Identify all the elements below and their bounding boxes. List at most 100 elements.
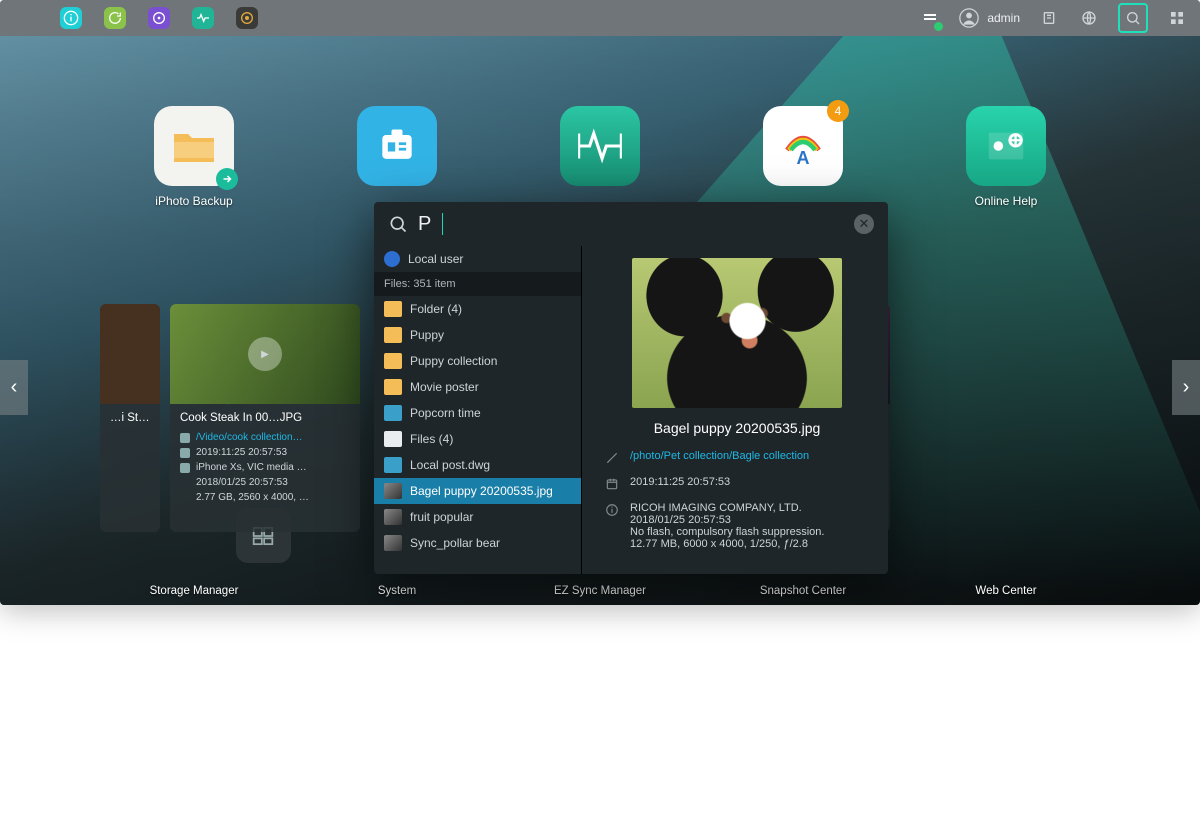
result-folder[interactable]: Puppy bbox=[374, 322, 581, 348]
preview-date-row: 2019:11:25 20:57:53 bbox=[604, 476, 870, 492]
play-icon: ▶ bbox=[248, 337, 282, 371]
app-label: Online Help bbox=[975, 194, 1038, 208]
dock-item[interactable]: System bbox=[350, 585, 445, 597]
taskbar: admin bbox=[0, 0, 1200, 36]
taskbar-username: admin bbox=[987, 11, 1020, 25]
card-path: /Video/cook collection… bbox=[196, 432, 303, 443]
app-label: iPhoto Backup bbox=[155, 194, 232, 208]
heartbeat-icon bbox=[575, 121, 625, 171]
preview-info-row: RICOH IMAGING COMPANY, LTD. 2018/01/25 2… bbox=[604, 502, 870, 550]
card-title: …i Steak. EASY.MPG bbox=[110, 412, 150, 424]
result-file-active[interactable]: Bagel puppy 20200535.jpg bbox=[374, 478, 581, 504]
taskbar-user[interactable]: admin bbox=[959, 8, 1020, 28]
preview-info: RICOH IMAGING COMPANY, LTD. bbox=[630, 502, 824, 514]
search-results-list[interactable]: Local user Files: 351 item Folder (4) Pu… bbox=[374, 246, 582, 574]
taskbar-app-sync-icon[interactable] bbox=[104, 7, 126, 29]
file-card[interactable]: …i Steak. EASY.MPG bbox=[100, 304, 160, 532]
result-label: Sync_pollar bear bbox=[410, 536, 500, 550]
taskbar-globe-icon[interactable] bbox=[1078, 7, 1100, 29]
app-online-help[interactable]: Online Help bbox=[959, 106, 1054, 208]
link-icon bbox=[604, 450, 620, 466]
app-iphoto-backup[interactable]: iPhoto Backup bbox=[147, 106, 242, 208]
rainbow-a-icon: A bbox=[779, 122, 827, 170]
search-popup: P ✕ Local user Files: 351 item Folder (4… bbox=[374, 202, 888, 574]
result-label: Folder (4) bbox=[410, 302, 462, 316]
preview-title: Bagel puppy 20200535.jpg bbox=[604, 420, 870, 436]
card-meta: 2.77 GB, 2560 x 4000, … bbox=[196, 492, 309, 503]
card-title: Cook Steak In 00…JPG bbox=[180, 412, 350, 424]
dock-item[interactable]: Web Center bbox=[959, 585, 1054, 597]
taskbar-search-highlight bbox=[1118, 3, 1148, 33]
result-label: Local user bbox=[408, 252, 463, 266]
card-date: 2019:11:25 20:57:53 bbox=[196, 447, 287, 458]
result-label: Puppy bbox=[410, 328, 444, 342]
svg-text:A: A bbox=[797, 148, 810, 168]
result-label: Local post.dwg bbox=[410, 458, 490, 472]
app-center[interactable]: A 4 bbox=[756, 106, 851, 208]
section-files: Files: 351 item bbox=[374, 272, 581, 296]
dock-item[interactable]: Storage Manager bbox=[147, 585, 242, 597]
preview-info: No flash, compulsory flash suppression. bbox=[630, 526, 824, 538]
taskbar-status-icon[interactable] bbox=[919, 7, 941, 29]
thumb-icon bbox=[384, 483, 402, 499]
id-card-icon bbox=[375, 124, 419, 168]
preview-path: /photo/Pet collection/Bagle collection bbox=[630, 450, 809, 466]
taskbar-app-settings-icon[interactable] bbox=[236, 7, 258, 29]
taskbar-app-monitor-icon[interactable] bbox=[192, 7, 214, 29]
taskbar-notes-icon[interactable] bbox=[1038, 7, 1060, 29]
result-label: Files (4) bbox=[410, 432, 453, 446]
app-access-control[interactable] bbox=[350, 106, 445, 208]
folder-icon bbox=[384, 353, 402, 369]
result-file[interactable]: fruit popular bbox=[374, 504, 581, 530]
search-header: P ✕ bbox=[374, 202, 888, 246]
search-query[interactable]: P bbox=[418, 213, 432, 236]
preview-image bbox=[632, 258, 842, 408]
result-label: Bagel puppy 20200535.jpg bbox=[410, 484, 553, 498]
result-file[interactable]: Sync_pollar bear bbox=[374, 530, 581, 556]
user-icon bbox=[384, 251, 400, 267]
close-button[interactable]: ✕ bbox=[854, 214, 874, 234]
app-activity-monitor[interactable] bbox=[553, 106, 648, 208]
result-file[interactable]: Local post.dwg bbox=[374, 452, 581, 478]
badge-count: 4 bbox=[827, 100, 849, 122]
info-icon bbox=[604, 502, 620, 518]
help-book-icon bbox=[983, 123, 1029, 169]
result-folder-header[interactable]: Folder (4) bbox=[374, 296, 581, 322]
result-label: fruit popular bbox=[410, 510, 473, 524]
preview-path-row[interactable]: /photo/Pet collection/Bagle collection bbox=[604, 450, 870, 466]
folder-icon bbox=[384, 327, 402, 343]
taskbar-app-info-icon[interactable] bbox=[60, 7, 82, 29]
taskbar-right: admin bbox=[919, 3, 1188, 33]
search-preview-pane: Bagel puppy 20200535.jpg /photo/Pet coll… bbox=[582, 246, 888, 574]
taskbar-app-purple-icon[interactable] bbox=[148, 7, 170, 29]
folder-icon bbox=[170, 126, 218, 166]
folder-icon bbox=[384, 301, 402, 317]
result-label: Puppy collection bbox=[410, 354, 497, 368]
taskbar-left bbox=[12, 7, 258, 29]
taskbar-search-icon[interactable] bbox=[1122, 7, 1144, 29]
desktop-apps-row: iPhoto Backup A 4 bbox=[0, 106, 1200, 208]
thumb-icon bbox=[384, 509, 402, 525]
result-files-header[interactable]: Files (4) bbox=[374, 426, 581, 452]
preview-info: 12.77 MB, 6000 x 4000, 1/250, ƒ/2.8 bbox=[630, 538, 824, 550]
dock-item[interactable]: EZ Sync Manager bbox=[553, 585, 648, 597]
result-folder[interactable]: Movie poster bbox=[374, 374, 581, 400]
dock-item[interactable]: Snapshot Center bbox=[756, 585, 851, 597]
result-label: Popcorn time bbox=[410, 406, 481, 420]
folder-icon bbox=[384, 405, 402, 421]
thumb-icon bbox=[384, 535, 402, 551]
preview-info: 2018/01/25 20:57:53 bbox=[630, 514, 824, 526]
image-icon bbox=[384, 457, 402, 473]
desktop-window: admin bbox=[0, 0, 1200, 605]
file-card[interactable]: ▶ Cook Steak In 00…JPG /Video/cook colle… bbox=[170, 304, 360, 532]
taskbar-widgets-icon[interactable] bbox=[1166, 7, 1188, 29]
user-icon bbox=[959, 8, 979, 28]
dock: Storage Manager System EZ Sync Manager S… bbox=[0, 585, 1200, 597]
result-local-user[interactable]: Local user bbox=[374, 246, 581, 272]
search-icon bbox=[388, 214, 408, 234]
result-folder[interactable]: Puppy collection bbox=[374, 348, 581, 374]
result-folder[interactable]: Popcorn time bbox=[374, 400, 581, 426]
card-meta: iPhone Xs, VIC media … bbox=[196, 462, 307, 473]
result-label: Movie poster bbox=[410, 380, 479, 394]
calendar-icon bbox=[604, 476, 620, 492]
